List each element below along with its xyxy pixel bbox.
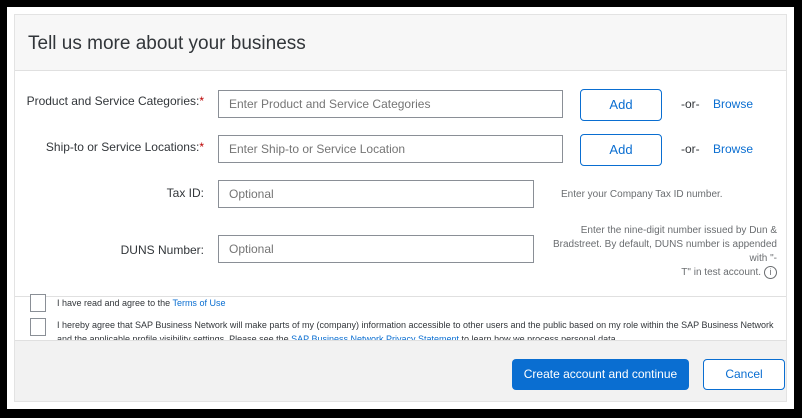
add-product-category-button[interactable]: Add bbox=[580, 89, 662, 121]
duns-hint-line-3-text: T" in test account. bbox=[681, 267, 761, 279]
or-separator: -or- bbox=[681, 142, 700, 156]
tax-id-hint: Enter your Company Tax ID number. bbox=[561, 189, 723, 200]
terms-text: I have read and agree to the bbox=[57, 298, 173, 308]
privacy-checkbox[interactable] bbox=[30, 318, 46, 336]
browse-product-categories-link[interactable]: Browse bbox=[713, 97, 753, 111]
or-separator: -or- bbox=[681, 97, 700, 111]
dialog-panel: Tell us more about your business Product… bbox=[14, 14, 787, 402]
browse-shipto-locations-link[interactable]: Browse bbox=[713, 142, 753, 156]
shipto-locations-label: Ship-to or Service Locations:* bbox=[46, 140, 204, 154]
dialog-frame: Tell us more about your business Product… bbox=[7, 7, 794, 409]
duns-hint: Enter the nine-digit number issued by Du… bbox=[537, 224, 777, 280]
privacy-text-line-1: I hereby agree that SAP Business Network… bbox=[57, 320, 774, 330]
tax-id-label: Tax ID: bbox=[166, 186, 204, 200]
duns-hint-line-2: Bradstreet. By default, DUNS number is a… bbox=[552, 239, 777, 264]
product-categories-label: Product and Service Categories:* bbox=[27, 94, 204, 108]
page-title: Tell us more about your business bbox=[28, 33, 306, 54]
add-shipto-location-button[interactable]: Add bbox=[580, 134, 662, 166]
product-categories-input[interactable] bbox=[218, 90, 563, 118]
required-mark: * bbox=[199, 140, 204, 154]
duns-number-label: DUNS Number: bbox=[120, 243, 204, 257]
terms-agreement-text: I have read and agree to the Terms of Us… bbox=[57, 296, 225, 310]
dialog-footer: Create account and continue Cancel bbox=[15, 340, 786, 401]
tax-id-input[interactable] bbox=[218, 180, 534, 208]
required-mark: * bbox=[199, 94, 204, 108]
duns-hint-line-1: Enter the nine-digit number issued by Du… bbox=[580, 225, 777, 236]
duns-hint-line-3: T" in test account. i bbox=[537, 266, 777, 280]
shipto-locations-label-text: Ship-to or Service Locations: bbox=[45, 140, 200, 154]
info-icon[interactable]: i bbox=[764, 266, 777, 279]
create-account-button[interactable]: Create account and continue bbox=[512, 359, 689, 390]
cancel-button[interactable]: Cancel bbox=[703, 359, 785, 390]
dialog-header: Tell us more about your business bbox=[15, 15, 786, 71]
product-categories-label-text: Product and Service Categories: bbox=[26, 94, 200, 108]
terms-checkbox[interactable] bbox=[30, 294, 46, 312]
duns-number-input[interactable] bbox=[218, 235, 534, 263]
terms-of-use-link[interactable]: Terms of Use bbox=[172, 298, 225, 308]
shipto-locations-input[interactable] bbox=[218, 135, 563, 163]
